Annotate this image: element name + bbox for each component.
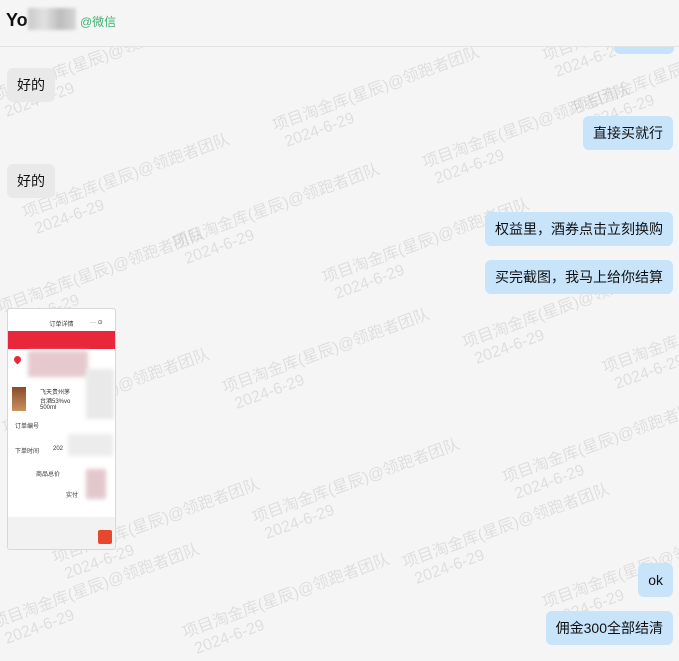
watermark-date: 2024-6-29 [2,606,77,648]
watermark-text: 项目淘金库(星辰)@领跑者团队 [600,286,679,377]
order-number-label: 订单编号 [15,424,40,430]
watermark: 项目淘金库(星辰)@领跑者团队2024-6-29 [400,480,619,591]
message-bubble[interactable]: 好的 [7,68,55,102]
more-icon: ··· ⊙ [90,320,103,326]
watermark-text: 项目淘金库(星辰)@领跑者团队 [0,226,207,317]
watermark: 项目淘金库(星辰)@领跑者团队2024-6-29 [170,160,389,271]
watermark-text: 项目淘金库(星辰)@领跑者团队 [220,306,432,397]
location-pin-icon [12,354,23,365]
watermark: 项目淘金库(星辰)@领跑者团队2024-6-29 [270,43,489,154]
paid-label: 实付 [66,493,79,499]
name-redaction [28,8,76,30]
chat-header: Yo @微信 [0,0,679,47]
status-banner [8,331,115,349]
watermark-text: 项目淘金库(星辰)@领跑者团队 [170,161,382,252]
product-spec: 台酒53%vo [40,399,71,405]
watermark: 项目淘金库(星辰)@领跑者团队2024-6-29 [220,305,439,416]
order-time-value: 202 [53,446,64,452]
wechat-tag: @微信 [80,15,117,29]
watermark-text: 项目淘金库(星辰)@领跑者团队 [270,44,482,135]
watermark: 项目淘金库(星辰)@领跑者团队2024-6-29 [0,540,209,651]
message-bubble[interactable]: 权益里，酒券点击立刻换购 [485,212,673,246]
message-bubble[interactable]: 买完截图，我马上给你结算 [485,260,673,294]
watermark-date: 2024-6-29 [32,196,107,238]
goods-total-label: 商品总价 [36,472,61,478]
message-bubble[interactable]: 好的 [7,164,55,198]
product-thumbnail [12,387,26,411]
watermark-text: 项目淘金库(星辰)@领跑者团队 [400,481,612,572]
amount-redaction [86,469,106,499]
product-volume: 500ml [40,405,57,411]
message-bubble[interactable]: 直接买就行 [583,116,673,150]
price-redaction [86,369,114,419]
app-logo-icon [98,530,112,544]
watermark-date: 2024-6-29 [232,371,307,413]
watermark: 项目淘金库(星辰)@领跑者团队2024-6-29 [500,395,679,506]
watermark-date: 2024-6-29 [182,226,257,268]
watermark-text: 项目淘金库(星辰)@领跑者团队 [180,551,392,642]
message-bubble[interactable]: ok [638,563,673,597]
watermark-date: 2024-6-29 [512,461,587,503]
order-screenshot-image[interactable]: 订单详情 ··· ⊙ 飞天贵州茅 台酒53%vo 500ml 订单编号 下单时间… [7,308,116,550]
watermark-text: 项目淘金库(星辰)@领跑者团队 [500,396,679,487]
watermark: 项目淘金库(星辰)@领跑者团队2024-6-29 [180,550,399,661]
watermark-date: 2024-6-29 [262,501,337,543]
message-bubble[interactable]: 佣金300全部结清 [545,611,673,645]
watermark-date: 2024-6-29 [282,109,357,151]
status-bar [8,309,115,317]
watermark-date: 2024-6-29 [412,546,487,588]
watermark: 项目淘金库(星辰)@领跑者团队2024-6-29 [600,285,679,396]
watermark-text: 项目淘金库(星辰)@领跑者团队 [250,436,462,527]
order-time-label: 下单时间 [15,449,40,455]
watermark-text: 项目淘金库(星辰)@领跑者团队 [0,541,202,632]
watermark: 项目淘金库(星辰)@领跑者团队2024-6-29 [250,435,469,546]
address-redaction [28,351,88,377]
watermark-date: 2024-6-29 [612,351,679,393]
watermark-date: 2024-6-29 [192,616,267,658]
product-name: 飞天贵州茅 [40,390,71,396]
contact-name: Yo [6,10,28,30]
detail-redaction [68,434,113,456]
